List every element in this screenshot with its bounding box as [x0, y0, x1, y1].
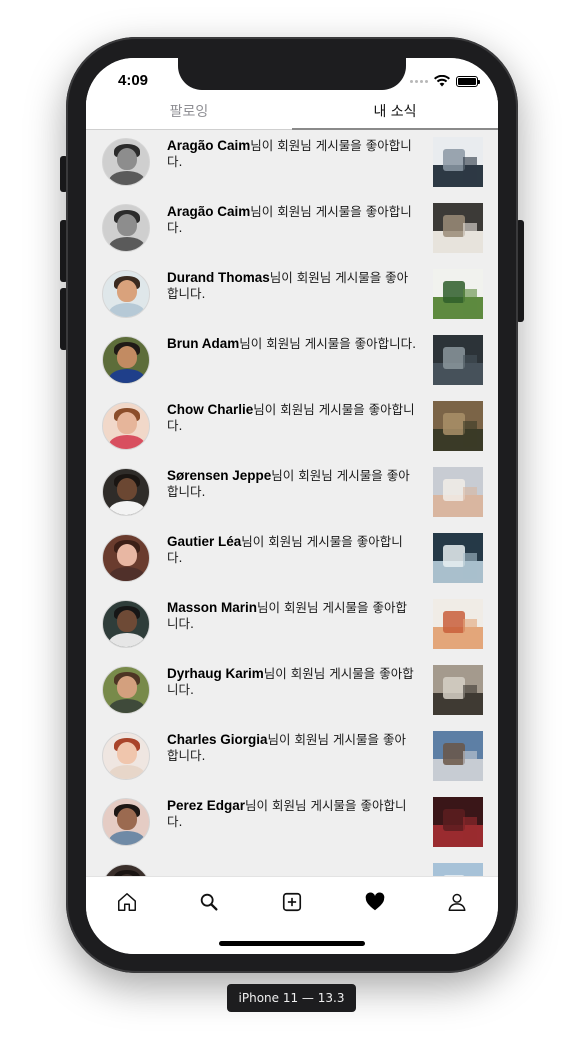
search-icon[interactable] — [198, 891, 220, 913]
notification-text: Gautier Léa님이 회원님 게시물을 좋아합니다. — [167, 534, 417, 566]
avatar[interactable] — [102, 798, 150, 846]
post-thumbnail[interactable] — [433, 269, 483, 319]
home-indicator[interactable] — [219, 941, 365, 946]
user-name[interactable]: Charles Giorgia — [167, 732, 268, 747]
notification-text: Dyrhaug Karim님이 회원님 게시물을 좋아합니다. — [167, 666, 417, 698]
notification-row[interactable]: Sørensen Jeppe님이 회원님 게시물을 좋아합니다. — [86, 460, 498, 526]
home-icon[interactable] — [116, 891, 138, 913]
user-name[interactable]: Sørensen Jeppe — [167, 468, 271, 483]
notification-text: Durand Thomas님이 회원님 게시물을 좋아합니다. — [167, 270, 417, 302]
user-name[interactable]: Masson Marin — [167, 600, 257, 615]
avatar[interactable] — [102, 666, 150, 714]
cellular-signal-icon — [410, 79, 428, 83]
notification-row[interactable]: Masson Marin님이 회원님 게시물을 좋아합니다. — [86, 592, 498, 658]
top-tab-bar: 팔로잉 내 소식 — [86, 98, 498, 130]
heart-icon[interactable] — [364, 891, 386, 913]
post-thumbnail[interactable] — [433, 797, 483, 847]
post-thumbnail[interactable] — [433, 137, 483, 187]
notification-text: Aragão Caim님이 회원님 게시물을 좋아합니다. — [167, 204, 417, 236]
notification-row[interactable]: Charles Giorgia님이 회원님 게시물을 좋아합니다. — [86, 724, 498, 790]
wifi-icon — [434, 75, 450, 87]
user-name[interactable]: Durand Thomas — [167, 270, 270, 285]
post-thumbnail[interactable] — [433, 467, 483, 517]
notification-row[interactable]: Aragão Caim님이 회원님 게시물을 좋아합니다. — [86, 196, 498, 262]
device-label: iPhone 11 — 13.3 — [227, 984, 356, 1012]
notification-row[interactable]: Brun Adam님이 회원님 게시물을 좋아합니다. — [86, 328, 498, 394]
post-thumbnail[interactable] — [433, 335, 483, 385]
notification-text: Chow Charlie님이 회원님 게시물을 좋아합니다. — [167, 402, 417, 434]
avatar[interactable] — [102, 732, 150, 780]
status-icons — [410, 75, 480, 87]
avatar[interactable] — [102, 468, 150, 516]
user-name[interactable]: Gautier Léa — [167, 534, 241, 549]
notification-row[interactable]: Aragão Caim님이 회원님 게시물을 좋아합니다. — [86, 130, 498, 196]
post-thumbnail[interactable] — [433, 665, 483, 715]
post-thumbnail[interactable] — [433, 599, 483, 649]
notification-text: Perez Edgar님이 회원님 게시물을 좋아합니다. — [167, 798, 417, 830]
phone-screen: 4:09 팔로잉 내 소식 Aragão Caim님이 회원님 게시물을 좋아합… — [86, 58, 498, 954]
avatar[interactable] — [102, 864, 150, 876]
user-name[interactable]: Chow Charlie — [167, 402, 253, 417]
notification-row[interactable] — [86, 856, 498, 876]
user-name[interactable]: Aragão Caim — [167, 138, 250, 153]
notification-feed[interactable]: Aragão Caim님이 회원님 게시물을 좋아합니다. Aragão Caim… — [86, 130, 498, 876]
user-name[interactable]: Perez Edgar — [167, 798, 245, 813]
avatar[interactable] — [102, 204, 150, 252]
battery-icon — [456, 75, 480, 87]
tab-my-news[interactable]: 내 소식 — [292, 98, 498, 130]
notification-row[interactable]: Gautier Léa님이 회원님 게시물을 좋아합니다. — [86, 526, 498, 592]
avatar[interactable] — [102, 138, 150, 186]
post-thumbnail[interactable] — [433, 731, 483, 781]
notification-text: Charles Giorgia님이 회원님 게시물을 좋아합니다. — [167, 732, 417, 764]
notification-row[interactable]: Perez Edgar님이 회원님 게시물을 좋아합니다. — [86, 790, 498, 856]
avatar[interactable] — [102, 402, 150, 450]
post-thumbnail[interactable] — [433, 203, 483, 253]
status-time: 4:09 — [118, 72, 149, 89]
post-thumbnail[interactable] — [433, 533, 483, 583]
avatar[interactable] — [102, 336, 150, 384]
user-name[interactable]: Dyrhaug Karim — [167, 666, 264, 681]
post-thumbnail[interactable] — [433, 863, 483, 876]
profile-icon[interactable] — [446, 891, 468, 913]
notification-message: 님이 회원님 게시물을 좋아합니다. — [239, 336, 417, 351]
notification-row[interactable]: Chow Charlie님이 회원님 게시물을 좋아합니다. — [86, 394, 498, 460]
notch — [178, 58, 406, 90]
user-name[interactable]: Aragão Caim — [167, 204, 250, 219]
tab-following[interactable]: 팔로잉 — [86, 98, 292, 130]
avatar[interactable] — [102, 534, 150, 582]
avatar[interactable] — [102, 270, 150, 318]
user-name[interactable]: Brun Adam — [167, 336, 239, 351]
post-thumbnail[interactable] — [433, 401, 483, 451]
notification-text: Brun Adam님이 회원님 게시물을 좋아합니다. — [167, 336, 417, 352]
notification-row[interactable]: Dyrhaug Karim님이 회원님 게시물을 좋아합니다. — [86, 658, 498, 724]
add-post-icon[interactable] — [281, 891, 303, 913]
notification-text: Masson Marin님이 회원님 게시물을 좋아합니다. — [167, 600, 417, 632]
notification-text: Sørensen Jeppe님이 회원님 게시물을 좋아합니다. — [167, 468, 417, 500]
notification-row[interactable]: Durand Thomas님이 회원님 게시물을 좋아합니다. — [86, 262, 498, 328]
avatar[interactable] — [102, 600, 150, 648]
notification-text: Aragão Caim님이 회원님 게시물을 좋아합니다. — [167, 138, 417, 170]
